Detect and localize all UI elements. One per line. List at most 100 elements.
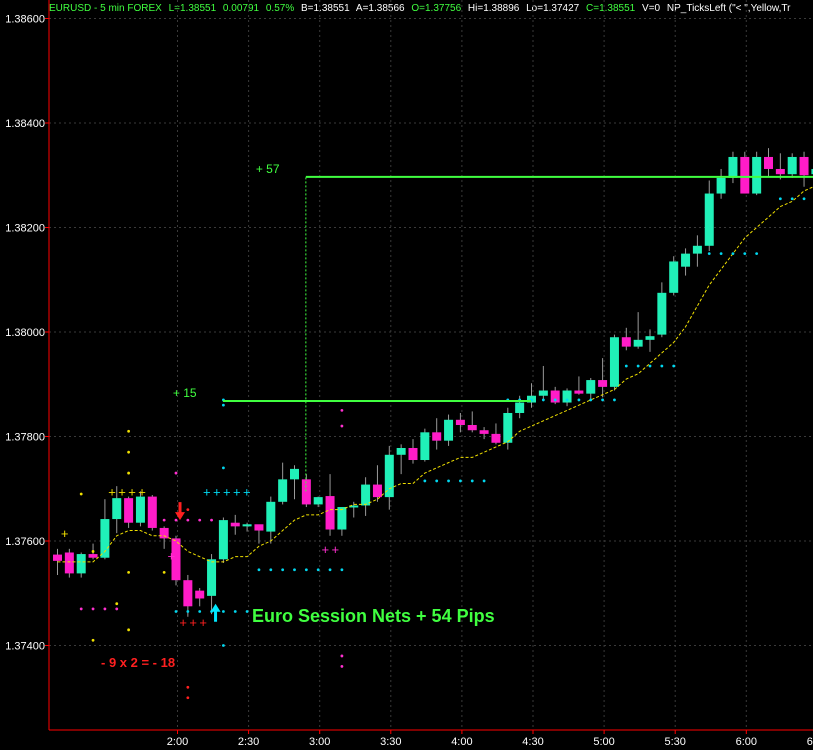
candle-body: [135, 496, 145, 523]
stop-dot: [269, 568, 273, 572]
y-tick-label: 1.37600: [5, 536, 45, 548]
stop-dot: [91, 607, 95, 611]
stop-dot: [79, 607, 83, 611]
cross-mark: +: [168, 549, 176, 564]
stop-dot: [790, 197, 794, 201]
moving-average: [57, 186, 813, 563]
candle-body: [76, 554, 86, 574]
stop-dot: [541, 398, 545, 402]
tick-labels: 1.37400 1.37600 1.37800 1.38000 1.38200 1.384…: [5, 14, 813, 749]
stop-dot: [660, 364, 664, 368]
cross-mark: +: [138, 484, 146, 499]
stop-dot: [648, 364, 652, 368]
price-chart: +++++++++++++++++ + 15 + 57 1.37400 1.3760…: [5, 0, 813, 749]
candle-body: [645, 336, 655, 340]
signal-dot: [340, 408, 344, 412]
stop-dot: [802, 197, 806, 201]
stop-dot: [340, 568, 344, 572]
stop-dot: [613, 398, 616, 402]
stop-dot: [423, 479, 427, 483]
signal-dot: [222, 403, 225, 407]
stop-dot: [103, 607, 107, 611]
candle-body: [242, 524, 252, 527]
y-tick-label: 1.37400: [5, 641, 45, 653]
candle-body: [372, 484, 382, 498]
candle-wicks: [57, 148, 805, 617]
x-tick-label: 4:00: [451, 736, 472, 748]
stop-dot: [707, 252, 711, 256]
candle-body: [384, 454, 394, 498]
signal-dot: [340, 654, 344, 658]
x-tick-label: 3:00: [309, 736, 330, 748]
signal-marks: +++++++++++++++++: [61, 484, 340, 630]
x-tick-label: 5:30: [664, 736, 685, 748]
x-tick-label: 6:30: [807, 736, 813, 748]
candle-body: [361, 484, 371, 506]
stop-dot: [778, 197, 782, 201]
stop-dot: [245, 610, 249, 613]
cross-mark: +: [233, 484, 241, 499]
x-tick-label: 6:00: [736, 736, 757, 748]
candle-body: [716, 177, 726, 194]
stop-dot: [186, 518, 190, 522]
signal-dot: [174, 471, 178, 475]
candle-body: [598, 380, 608, 387]
candle-body: [669, 261, 679, 293]
candle-body: [183, 580, 193, 607]
candle-body: [467, 425, 477, 431]
stop-dot: [743, 252, 747, 256]
candle-body: [195, 590, 205, 599]
stop-dot: [222, 610, 225, 613]
y-tick-label: 1.38600: [5, 14, 45, 26]
candle-body: [254, 524, 264, 531]
candle-body: [740, 156, 750, 194]
candle-body: [692, 245, 702, 254]
candle-bodies: [53, 156, 813, 607]
stop-dot: [636, 364, 640, 368]
candle-body: [64, 552, 74, 574]
ma-series-line: [57, 186, 813, 563]
stop-dot: [186, 610, 190, 613]
signal-dot: [79, 492, 83, 496]
candle-body: [230, 522, 240, 527]
signal-dot: [222, 466, 225, 470]
signal-dot: [127, 628, 130, 632]
candle-body: [621, 337, 631, 347]
cross-mark: +: [213, 484, 221, 499]
stop-dot: [257, 568, 261, 572]
cross-mark: +: [61, 526, 69, 541]
stop-dot: [624, 364, 628, 368]
candle-body: [633, 339, 643, 347]
candle-body: [159, 527, 169, 539]
stop-dot: [553, 398, 557, 402]
candle-body: [752, 156, 762, 194]
candle-body: [290, 468, 299, 480]
x-tick-label: 4:30: [522, 736, 543, 748]
signal-dot: [162, 570, 166, 574]
x-tick-label: 3:30: [380, 736, 401, 748]
candle-body: [491, 433, 501, 443]
target-label: + 15: [173, 386, 197, 400]
candle-body: [586, 380, 596, 394]
signal-dot: [186, 696, 190, 700]
stop-dot: [435, 479, 439, 483]
cross-mark: +: [108, 484, 116, 499]
stop-dot: [198, 610, 202, 613]
signal-dot: [115, 602, 119, 606]
y-tick-label: 1.38000: [5, 327, 45, 339]
cross-mark: +: [243, 484, 251, 499]
candle-body: [147, 496, 157, 528]
candle-body: [278, 479, 288, 502]
candle-body: [574, 390, 584, 394]
candle-body: [53, 554, 62, 561]
candle-body: [420, 432, 430, 461]
candle-body: [325, 496, 335, 530]
cross-mark: +: [332, 542, 340, 557]
stop-dot: [731, 252, 735, 256]
candle-body: [112, 498, 122, 520]
stop-dot: [459, 479, 462, 483]
stop-dot: [281, 568, 285, 572]
candle-body: [681, 253, 691, 267]
cross-mark: +: [199, 615, 207, 630]
stop-dot: [115, 607, 119, 611]
